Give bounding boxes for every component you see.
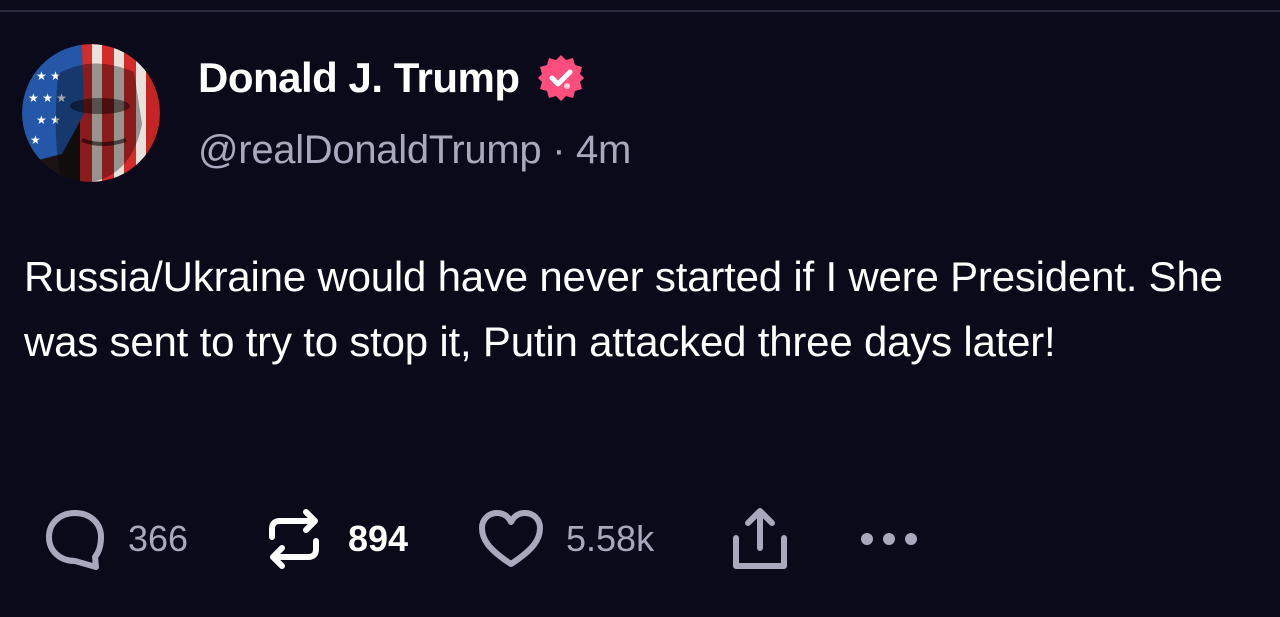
reply-button[interactable]: 366: [44, 504, 188, 574]
meta-separator: ·: [552, 128, 577, 172]
repost-count: 894: [348, 518, 409, 559]
like-button[interactable]: 5.58k: [478, 504, 654, 574]
post-time[interactable]: 4m: [576, 128, 631, 172]
avatar[interactable]: ★ ★ ★ ★ ★ ★ ★ ★: [22, 44, 160, 182]
more-options-button[interactable]: [858, 504, 920, 574]
comment-icon: [44, 507, 106, 571]
author-name-row: Donald J. Trump: [198, 50, 586, 106]
post-card: ★ ★ ★ ★ ★ ★ ★ ★ Donald J. Trump @realDon…: [0, 0, 1280, 617]
heart-icon: [478, 509, 544, 569]
repost-button[interactable]: 894: [262, 504, 408, 574]
svg-text:★ ★: ★ ★: [36, 69, 61, 83]
share-icon: [730, 506, 790, 572]
reply-count: 366: [128, 518, 189, 559]
more-options-icon: [858, 529, 920, 549]
svg-text:★: ★: [30, 133, 41, 147]
top-divider: [0, 10, 1280, 12]
post-body: Russia/Ukraine would have never started …: [24, 253, 1223, 365]
action-bar: 366 894 5.58k: [0, 504, 1280, 574]
display-name[interactable]: Donald J. Trump: [198, 54, 520, 102]
verified-badge-icon: [536, 53, 586, 103]
repost-icon: [262, 507, 326, 571]
share-button[interactable]: [730, 504, 790, 574]
avatar-image: ★ ★ ★ ★ ★ ★ ★ ★: [22, 44, 160, 182]
handle[interactable]: @realDonaldTrump: [198, 128, 542, 172]
like-count: 5.58k: [566, 518, 655, 559]
handle-row: @realDonaldTrump · 4m: [198, 128, 631, 173]
